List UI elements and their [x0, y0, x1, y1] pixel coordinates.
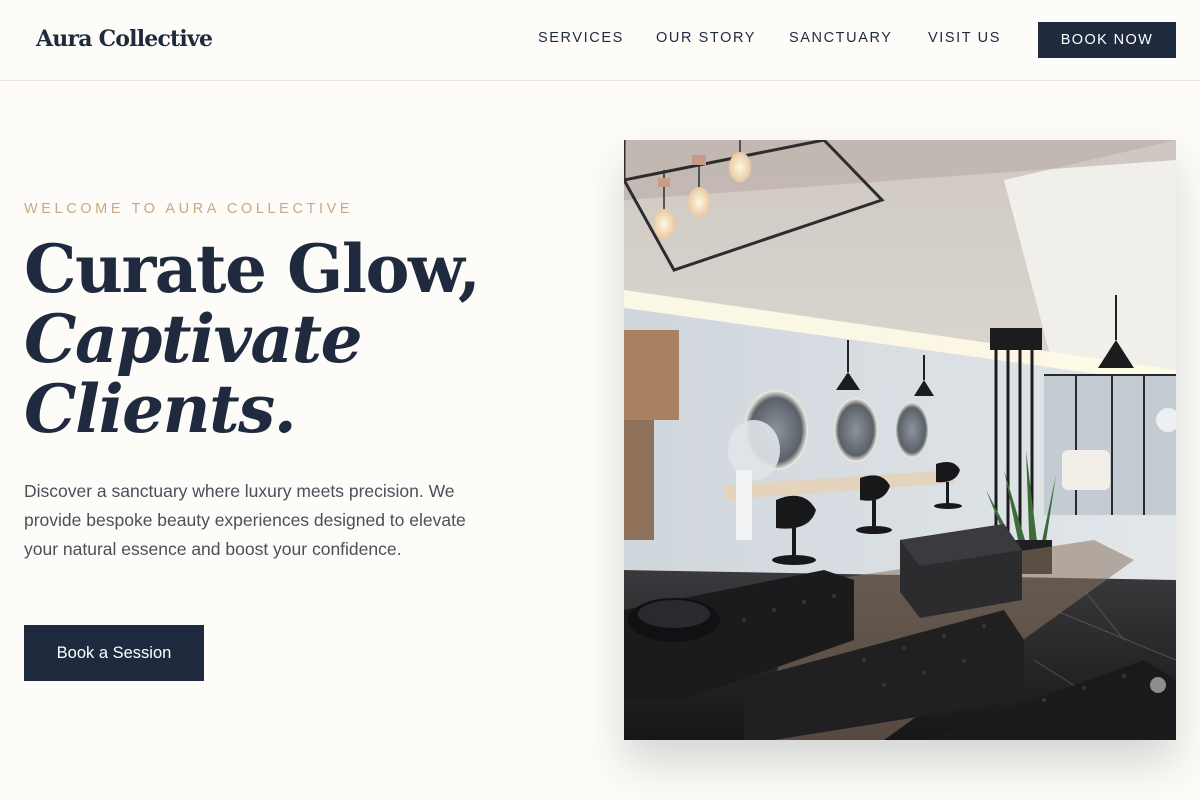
nav-link-our-story[interactable]: OUR STORY: [656, 30, 756, 46]
brand-logo[interactable]: Aura Collective: [36, 26, 213, 52]
hero-description: Discover a sanctuary where luxury meets …: [24, 481, 466, 559]
nav-link-sanctuary[interactable]: SANCTUARY: [789, 30, 893, 46]
headline-line-2: Captivate: [24, 300, 363, 378]
book-now-button[interactable]: BOOK NOW: [1038, 22, 1176, 58]
nav-link-services[interactable]: SERVICES: [538, 30, 624, 46]
site-header: Aura Collective SERVICES OUR STORY SANCT…: [0, 0, 1200, 81]
headline-line-1: Curate Glow,: [24, 230, 481, 308]
nav-link-visit-us[interactable]: VISIT US: [928, 30, 1001, 46]
salon-interior-image: [624, 140, 1176, 740]
hero-eyebrow: WELCOME TO AURA COLLECTIVE: [24, 201, 354, 217]
headline-line-3: Clients.: [24, 370, 297, 448]
hero-headline: Curate Glow, Captivate Clients.: [24, 230, 481, 448]
book-session-button[interactable]: Book a Session: [24, 625, 204, 681]
